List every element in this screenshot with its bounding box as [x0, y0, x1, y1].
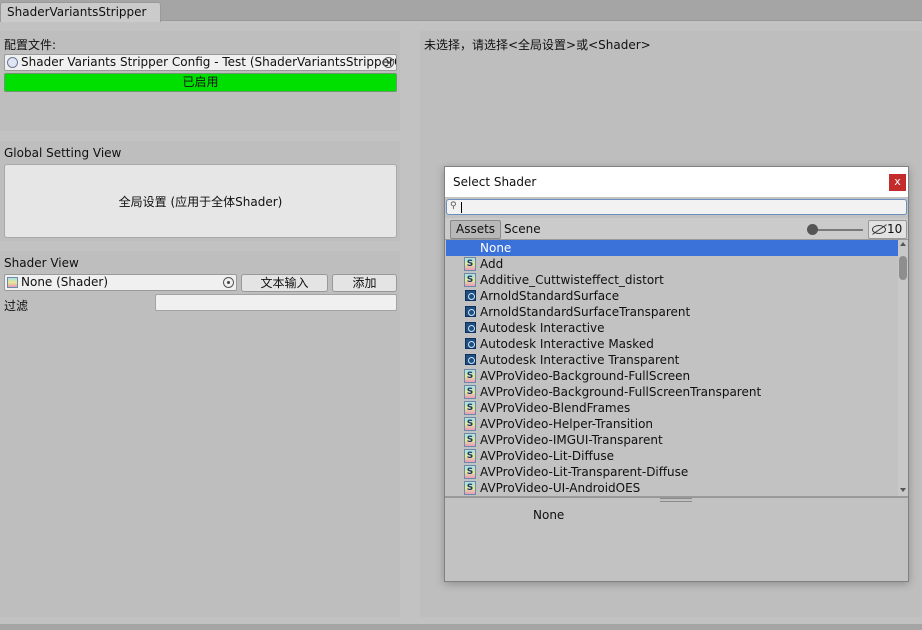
window-tab[interactable]: ShaderVariantsStripper — [0, 2, 162, 22]
icon-size-slider-handle[interactable] — [807, 224, 818, 235]
global-section-title: Global Setting View — [4, 146, 122, 160]
list-item[interactable]: ArnoldStandardSurface — [446, 288, 898, 304]
list-item[interactable]: S AVProVideo-IMGUI-Transparent — [446, 432, 898, 448]
list-item-label: AVProVideo-Background-FullScreen — [480, 369, 691, 383]
eye-hidden-icon — [872, 225, 886, 234]
shader-file-icon: S — [464, 369, 476, 383]
shader-asset-icon — [465, 322, 476, 333]
filter-label: 过滤 — [4, 299, 29, 313]
shader-asset-icon — [465, 338, 476, 349]
shader-asset-icon — [465, 354, 476, 365]
list-item-label: AVProVideo-IMGUI-Transparent — [480, 433, 663, 447]
scroll-thumb[interactable] — [899, 256, 907, 280]
text-input-button[interactable]: 文本输入 — [241, 274, 328, 292]
list-item[interactable]: S AVProVideo-Background-FullScreenTranspa… — [446, 384, 898, 400]
scroll-down-icon[interactable] — [900, 488, 906, 492]
shader-section-title: Shader View — [4, 256, 79, 270]
list-item-label: None — [480, 241, 512, 255]
shader-file-icon: S — [464, 401, 476, 415]
icon-size-slider-track[interactable] — [811, 229, 863, 231]
scroll-up-icon[interactable] — [900, 242, 906, 246]
shader-asset-icon — [465, 290, 476, 301]
shader-file-icon: S — [464, 465, 476, 479]
list-item-label: Additive_Cuttwisteffect_distort — [480, 273, 664, 287]
list-item-label: Autodesk Interactive Transparent — [480, 353, 680, 367]
shader-file-icon: S — [464, 449, 476, 463]
shader-file-icon: S — [464, 417, 476, 431]
shader-asset-icon — [465, 306, 476, 317]
object-picker-icon[interactable] — [223, 277, 234, 288]
preview-label: None — [533, 508, 565, 522]
config-field-value: Shader Variants Stripper Config - Test (… — [21, 55, 397, 69]
hidden-items-toggle[interactable]: 10 — [868, 220, 907, 239]
dialog-title-bar[interactable]: Select Shader x — [445, 167, 908, 197]
config-asset-icon — [7, 57, 18, 68]
add-button[interactable]: 添加 — [332, 274, 397, 292]
shader-list[interactable]: None S Add S Additive_Cuttwisteffect_distort… — [446, 240, 898, 496]
list-item-label: AVProVideo-Helper-Transition — [480, 417, 654, 431]
preview-area: None — [445, 502, 908, 581]
config-label: 配置文件: — [4, 38, 57, 52]
object-picker-icon[interactable] — [383, 57, 394, 68]
list-item[interactable]: Autodesk Interactive Transparent — [446, 352, 898, 368]
shader-file-icon: S — [464, 481, 476, 495]
shader-field-value: None (Shader) — [21, 275, 108, 289]
list-scrollbar[interactable] — [898, 240, 908, 496]
bottom-bar — [0, 624, 922, 630]
list-item-label: AVProVideo-Lit-Diffuse — [480, 449, 614, 463]
list-item[interactable]: S AVProVideo-BlendFrames — [446, 400, 898, 416]
shader-object-field[interactable]: None (Shader) — [4, 274, 237, 291]
list-item[interactable]: Autodesk Interactive — [446, 320, 898, 336]
selection-hint: 未选择，请选择<全局设置>或<Shader> — [424, 38, 651, 52]
dialog-tab-bar: Assets Scene 10 — [445, 218, 908, 240]
tab-assets[interactable]: Assets — [450, 220, 502, 239]
search-input[interactable]: ⚲ — [446, 199, 907, 215]
dialog-title: Select Shader — [453, 175, 537, 189]
list-item-label: Autodesk Interactive — [480, 321, 605, 335]
list-item-label: AVProVideo-Background-FullScreenTranspar… — [480, 385, 762, 399]
window-tab-bar: ShaderVariantsStripper — [0, 0, 922, 22]
shader-file-icon: S — [464, 257, 476, 271]
shader-file-icon: S — [464, 433, 476, 447]
list-item[interactable]: S AVProVideo-Background-FullScreen — [446, 368, 898, 384]
shader-file-icon: S — [464, 385, 476, 399]
list-item-label: Autodesk Interactive Masked — [480, 337, 654, 351]
list-item-label: Add — [480, 257, 504, 271]
text-caret — [461, 202, 462, 213]
list-item[interactable]: S AVProVideo-Lit-Diffuse — [446, 448, 898, 464]
enabled-status-bar[interactable]: 已启用 — [4, 73, 397, 92]
list-item[interactable]: S AVProVideo-Lit-Transparent-Diffuse — [446, 464, 898, 480]
search-icon: ⚲ — [450, 201, 457, 211]
list-item-label: ArnoldStandardSurface — [480, 289, 620, 303]
list-item-label: AVProVideo-UI-AndroidOES — [480, 481, 641, 495]
config-object-field[interactable]: Shader Variants Stripper Config - Test (… — [4, 54, 397, 71]
list-item-label: ArnoldStandardSurfaceTransparent — [480, 305, 691, 319]
list-item-label: AVProVideo-BlendFrames — [480, 401, 631, 415]
list-item-label: AVProVideo-Lit-Transparent-Diffuse — [480, 465, 689, 479]
list-item[interactable]: S AVProVideo-Helper-Transition — [446, 416, 898, 432]
hidden-count: 10 — [887, 222, 903, 236]
list-item[interactable]: Autodesk Interactive Masked — [446, 336, 898, 352]
global-settings-button[interactable]: 全局设置 (应用于全体Shader) — [4, 164, 397, 238]
select-shader-dialog: Select Shader x ⚲ Assets Scene 10 None S A… — [444, 166, 909, 582]
shader-icon — [7, 277, 18, 288]
list-item[interactable]: S Add — [446, 256, 898, 272]
filter-input[interactable] — [155, 294, 397, 311]
tab-scene[interactable]: Scene — [499, 220, 546, 239]
list-item[interactable]: ArnoldStandardSurfaceTransparent — [446, 304, 898, 320]
list-item[interactable]: S AVProVideo-UI-AndroidOES — [446, 480, 898, 496]
list-item[interactable]: None — [446, 240, 898, 256]
close-button[interactable]: x — [889, 174, 906, 191]
shader-file-icon: S — [464, 273, 476, 287]
list-item[interactable]: S Additive_Cuttwisteffect_distort — [446, 272, 898, 288]
global-settings-button-label: 全局设置 (应用于全体Shader) — [118, 194, 283, 209]
